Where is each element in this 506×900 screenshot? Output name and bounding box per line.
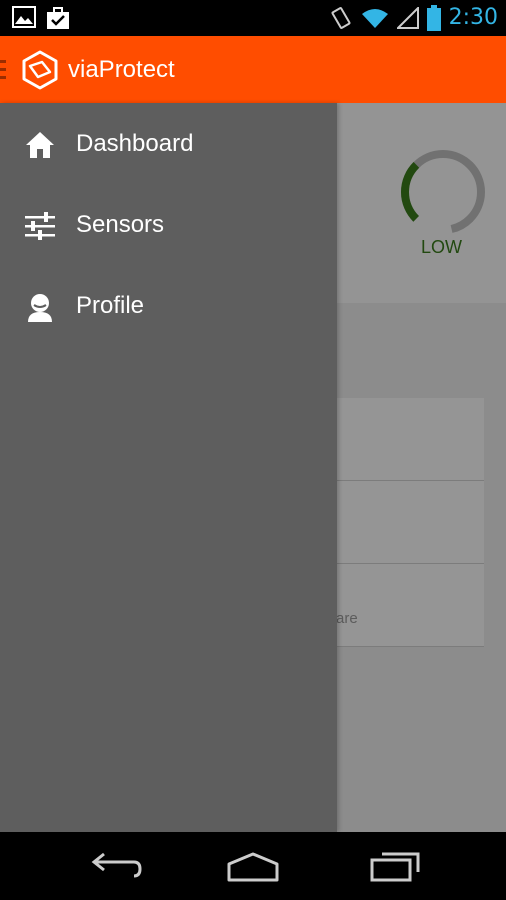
battery-icon	[426, 5, 441, 31]
drawer-item-profile[interactable]: Profile	[0, 277, 337, 337]
app-bar: viaProtect	[0, 36, 506, 103]
clock-time: 2:30	[448, 5, 498, 30]
sliders-icon	[25, 212, 55, 240]
navigation-drawer: Dashboard Sensors Profile	[0, 103, 337, 832]
menu-icon[interactable]	[0, 60, 6, 80]
vibrate-icon	[331, 7, 351, 29]
recent-apps-icon[interactable]	[366, 848, 426, 884]
drawer-item-dashboard[interactable]: Dashboard	[0, 115, 337, 175]
cube-logo-icon[interactable]	[20, 50, 60, 90]
briefcase-check-icon	[47, 7, 69, 29]
drawer-item-label: Dashboard	[76, 130, 194, 157]
app-title: viaProtect	[68, 56, 175, 83]
signal-icon	[396, 7, 419, 29]
back-icon[interactable]	[84, 848, 144, 884]
drawer-item-label: Profile	[76, 292, 145, 319]
image-icon	[12, 6, 36, 28]
drawer-item-label: Sensors	[76, 211, 165, 238]
wifi-icon	[361, 9, 388, 28]
home-icon	[26, 132, 54, 158]
drawer-item-sensors[interactable]: Sensors	[0, 196, 337, 256]
status-bar: 2:30	[0, 0, 506, 36]
user-icon	[28, 294, 52, 322]
home-icon[interactable]	[223, 848, 283, 884]
system-nav-bar	[0, 832, 506, 900]
